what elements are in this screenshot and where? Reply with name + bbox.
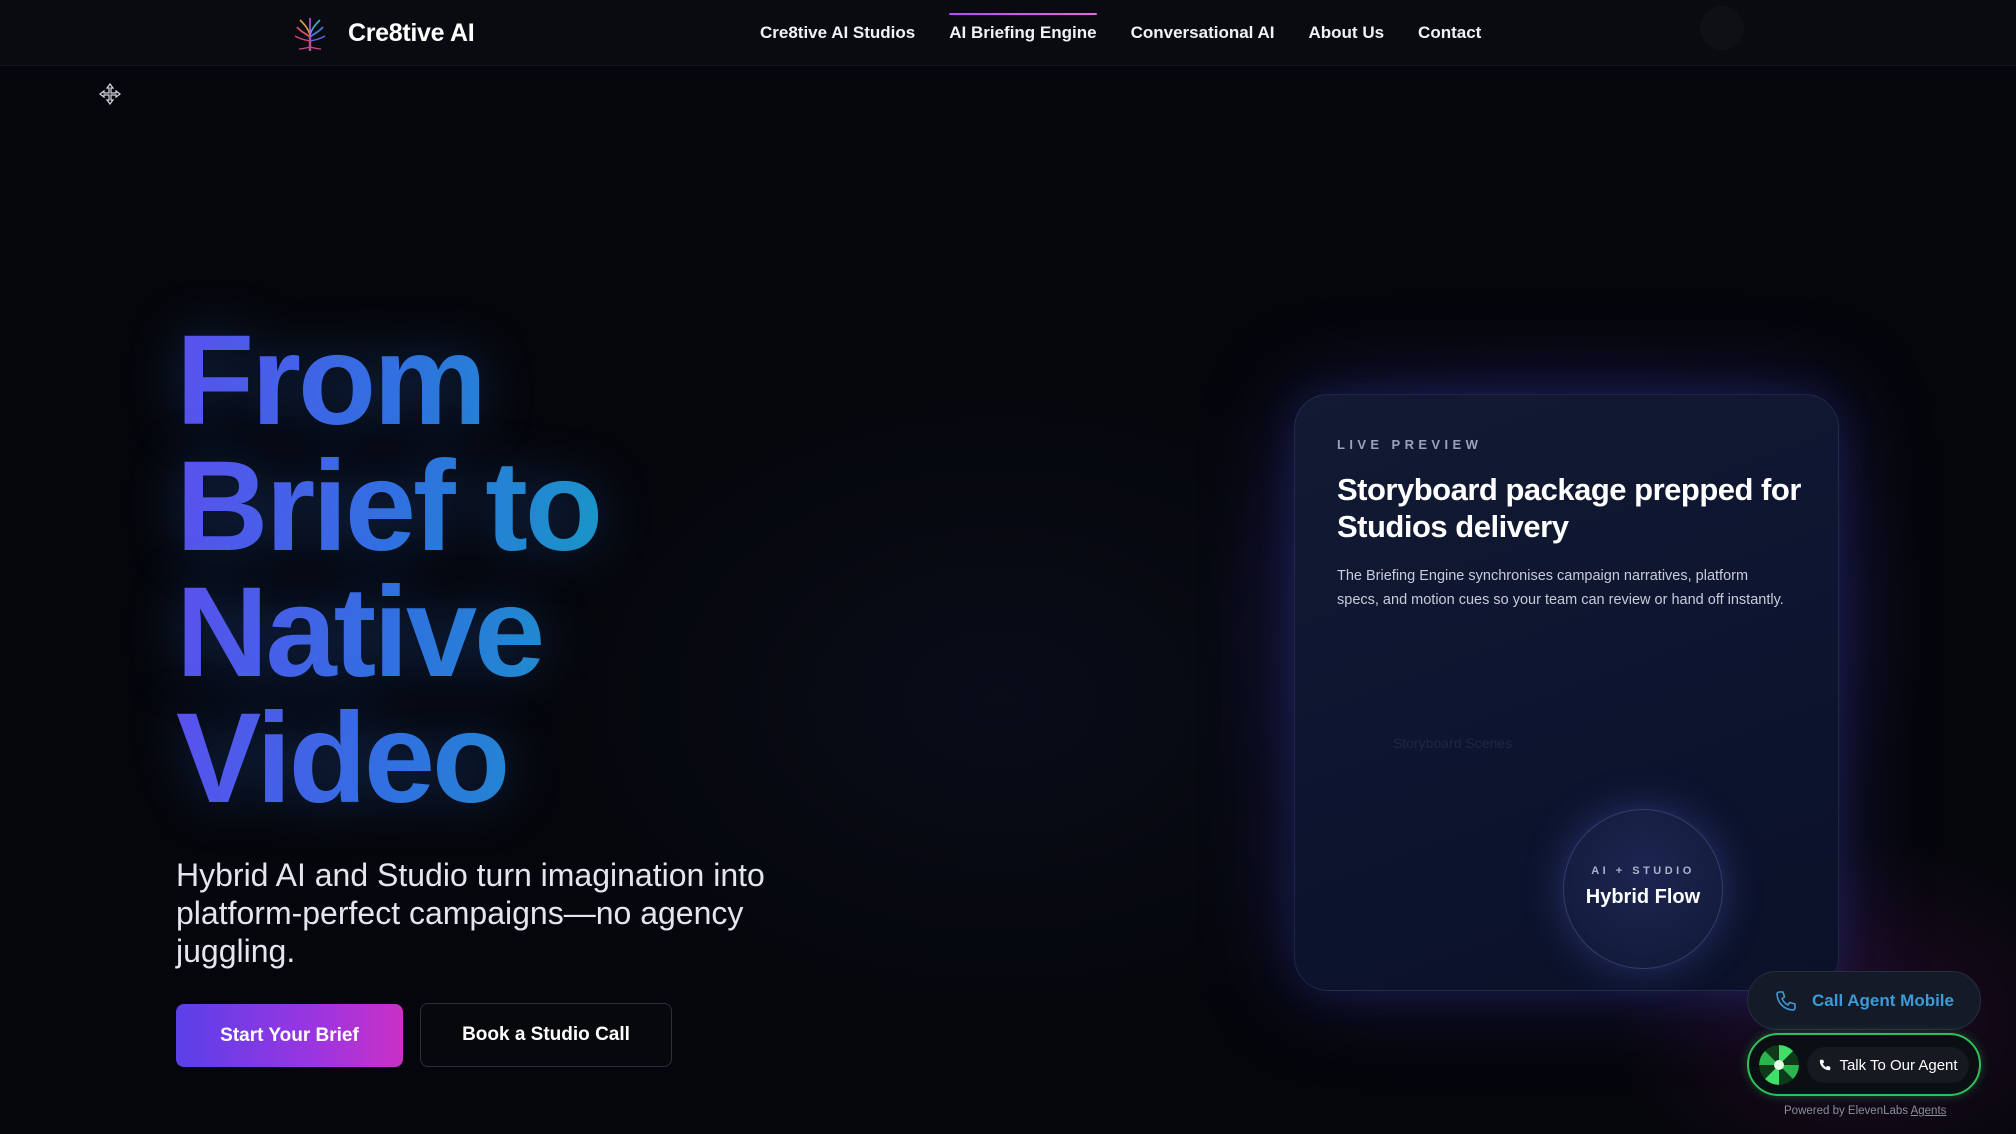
book-studio-call-button[interactable]: Book a Studio Call [420, 1003, 672, 1067]
hero-subtitle: Hybrid AI and Studio turn imagination in… [176, 857, 765, 969]
top-nav-bar: Cre8tive AI Cre8tive AI Studios AI Brief… [0, 0, 2016, 66]
hero-title-line: From [176, 317, 936, 445]
nav-item-studios[interactable]: Cre8tive AI Studios [760, 23, 915, 43]
hero-title: From Brief to Native Video [176, 317, 936, 823]
start-brief-button[interactable]: Start Your Brief [176, 1004, 403, 1067]
orb-label: Hybrid Flow [1585, 886, 1701, 908]
call-agent-mobile-label: Call Agent Mobile [1812, 990, 1954, 1010]
hybrid-flow-orb: AI + STUDIO Hybrid Flow [1563, 809, 1723, 969]
brand[interactable]: Cre8tive AI [290, 13, 475, 53]
powered-prefix: Powered by ElevenLabs [1784, 1105, 1909, 1117]
nav-item-conversational-ai[interactable]: Conversational AI [1131, 23, 1275, 43]
talk-to-agent-label: Talk To Our Agent [1839, 1056, 1958, 1074]
move-cursor-icon [99, 83, 121, 105]
hero-title-line: Brief to [176, 443, 936, 571]
nav-item-briefing-engine[interactable]: AI Briefing Engine [949, 13, 1097, 43]
card-title: Storyboard package prepped for Studios d… [1337, 472, 1801, 544]
live-preview-card: LIVE PREVIEW Storyboard package prepped … [1294, 394, 1839, 991]
brand-name: Cre8tive AI [348, 18, 475, 47]
nav-item-about-us[interactable]: About Us [1309, 23, 1385, 43]
orb-eyebrow: AI + STUDIO [1591, 865, 1695, 877]
call-agent-mobile-button[interactable]: Call Agent Mobile [1747, 971, 1981, 1030]
phone-icon [1776, 990, 1796, 1011]
agent-orb-icon [1759, 1045, 1799, 1085]
card-eyebrow: LIVE PREVIEW [1337, 437, 1483, 452]
main-nav: Cre8tive AI Studios AI Briefing Engine C… [760, 0, 1481, 66]
card-body: The Briefing Engine synchronises campaig… [1337, 568, 1784, 608]
powered-by-text: Powered by ElevenLabs Agents [1784, 1105, 1946, 1117]
hero-title-line: Native [176, 569, 936, 697]
phone-icon [1820, 1059, 1831, 1071]
hero-title-line: Video [176, 695, 936, 823]
powered-agents-link[interactable]: Agents [1911, 1105, 1947, 1117]
header-decoration [1700, 6, 1744, 50]
talk-to-agent-widget: Talk To Our Agent [1747, 1033, 1981, 1096]
storyboard-scenes-label: Storyboard Scenes [1393, 735, 1513, 751]
nav-item-contact[interactable]: Contact [1418, 23, 1481, 43]
talk-to-agent-button[interactable]: Talk To Our Agent [1807, 1047, 1969, 1083]
tree-logo-icon [294, 18, 326, 51]
